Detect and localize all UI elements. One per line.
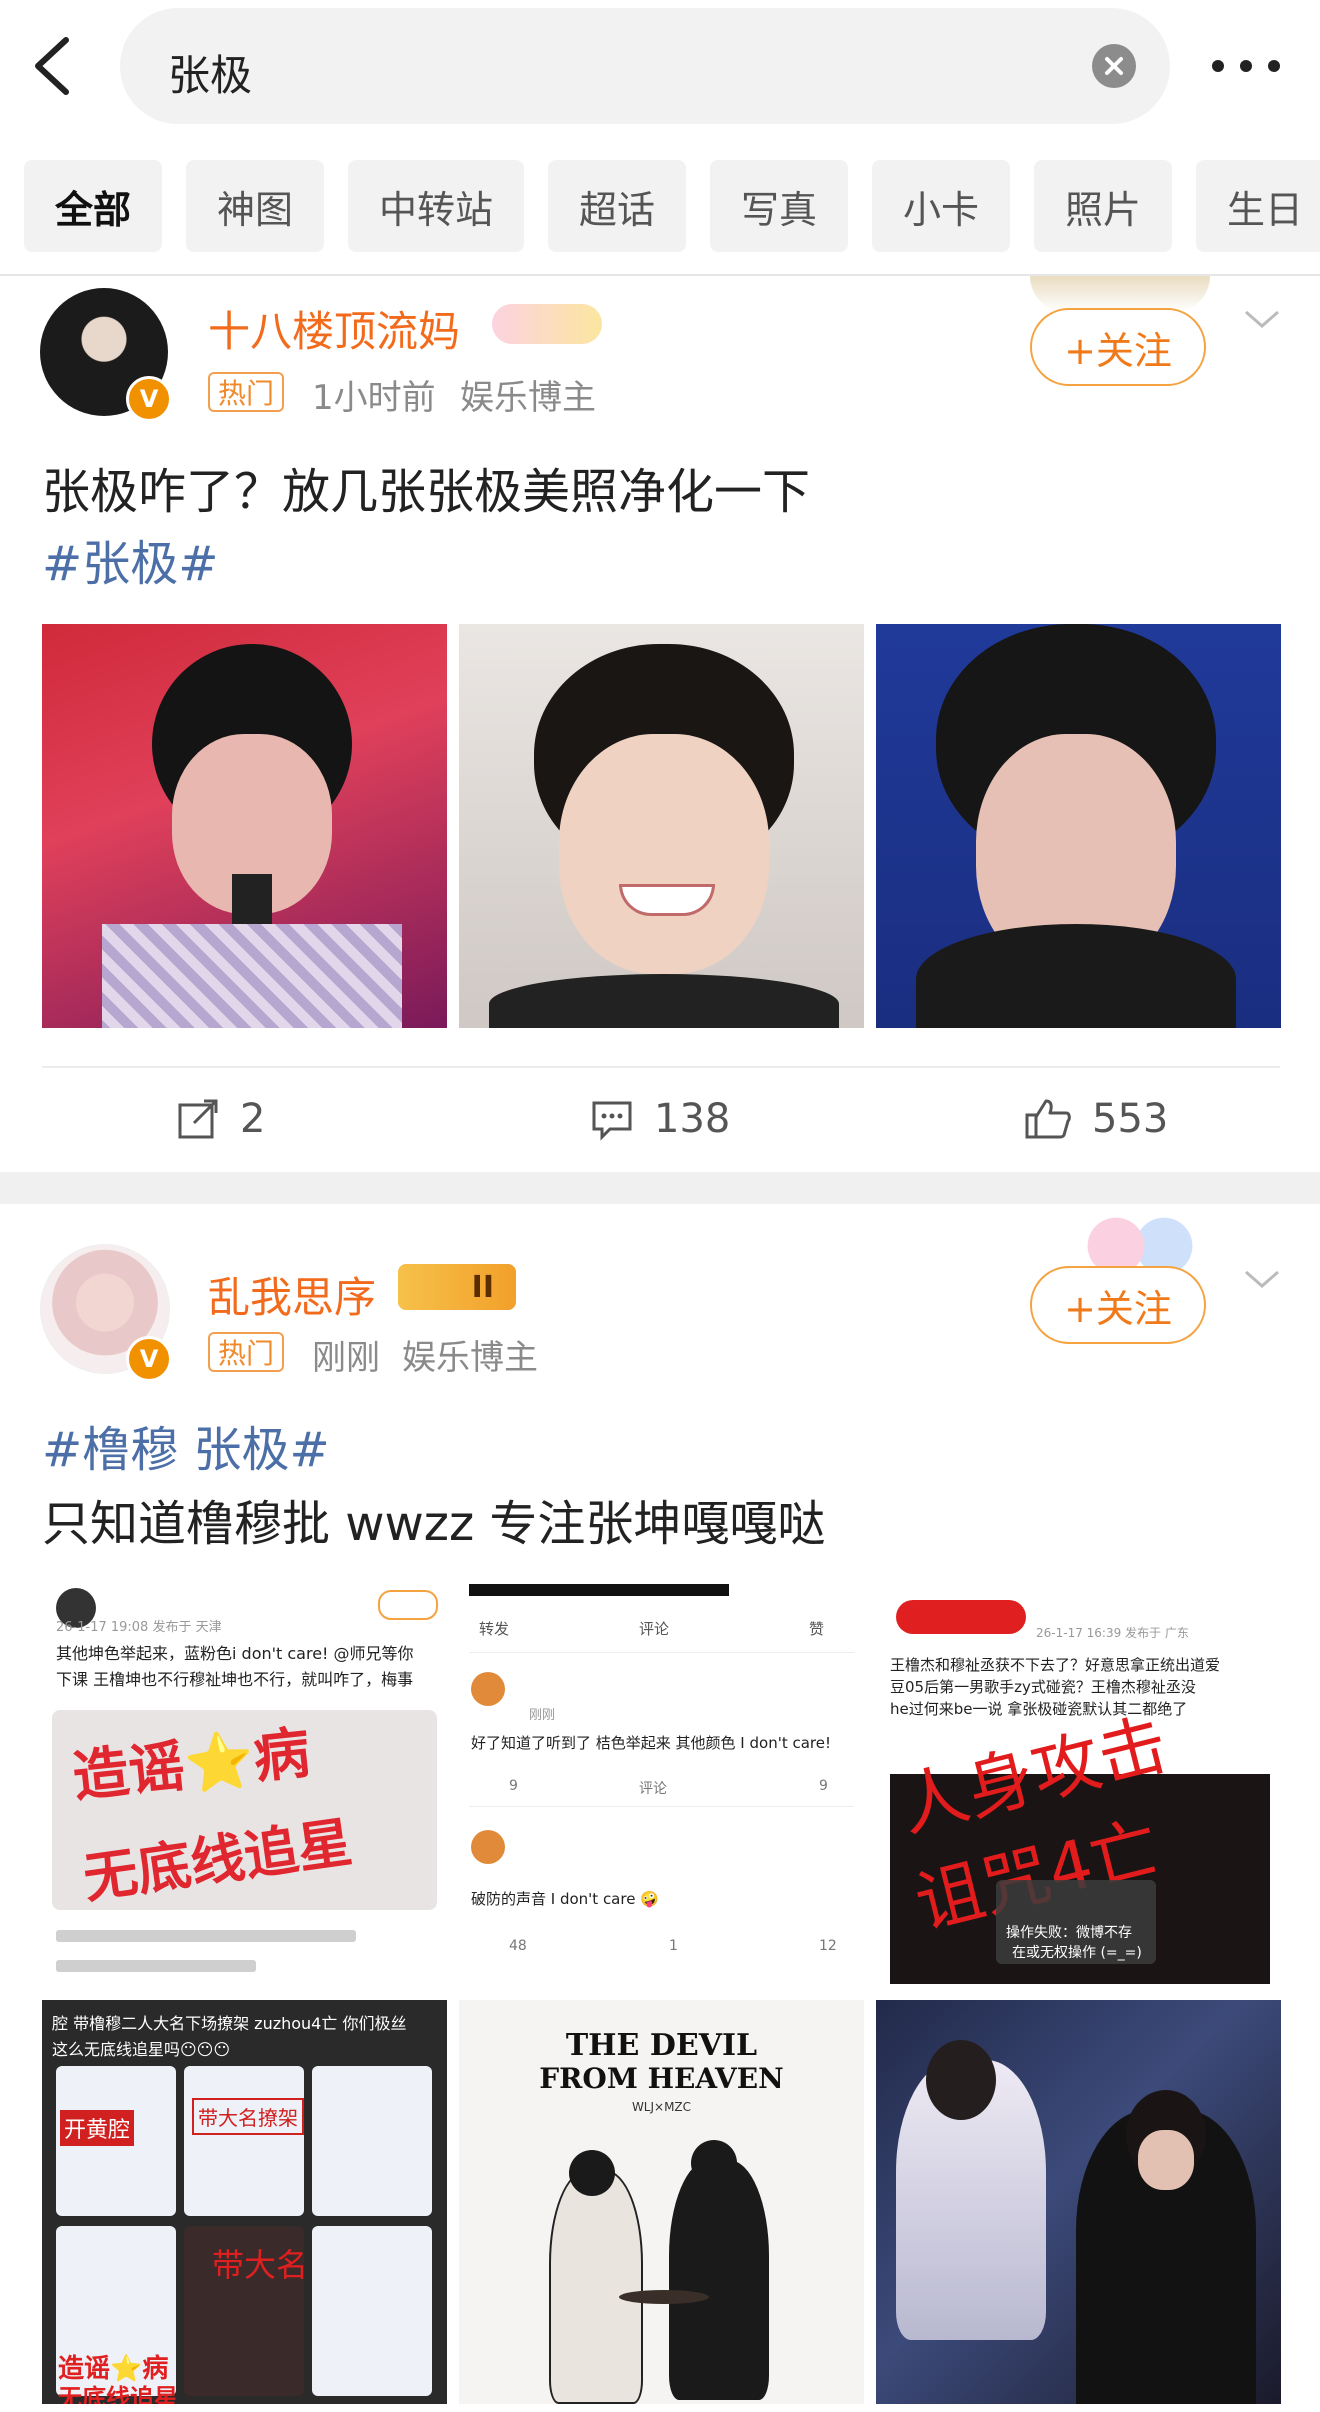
repost-button[interactable]: 2 (176, 1096, 265, 1142)
tab-photo-cards[interactable]: 小卡 (872, 160, 1010, 252)
tab-all[interactable]: 全部 (24, 160, 162, 252)
post-text: 只知道橹穆批 wwzz 专注张坤嘎嘎哒 (42, 1496, 826, 1552)
post-time: 1小时前 (312, 378, 436, 418)
follow-button[interactable]: +关注 (1030, 1266, 1206, 1344)
post-source: 娱乐博主 (460, 378, 596, 418)
post-text: 张极咋了？放几张张极美照净化一下 (42, 464, 811, 520)
like-count: 553 (1092, 1096, 1169, 1142)
vip-level-badge: II (398, 1264, 516, 1310)
tab-relay-station[interactable]: 中转站 (348, 160, 524, 252)
post-time: 刚刚 (312, 1338, 380, 1378)
post-image-screenshot-1[interactable]: 26-1-17 19:08 发布于 天津 其他坤色举起来，蓝粉色i don't … (42, 1580, 447, 1984)
tab-highlights[interactable]: 神图 (186, 160, 324, 252)
verified-badge-icon: V (126, 1336, 172, 1382)
post-divider (42, 1066, 1280, 1068)
filter-tabs: 全部 神图 中转站 超话 写真 小卡 照片 生日 (0, 160, 1320, 252)
verified-badge-icon: V (126, 376, 172, 422)
post-hashtag[interactable]: #张极# (42, 524, 218, 594)
decoration-crown-icon (1030, 276, 1210, 312)
comment-icon (592, 1101, 632, 1141)
post-photo-2[interactable] (459, 624, 864, 1028)
comment-button[interactable]: 138 (590, 1096, 730, 1142)
post-photo-3[interactable] (876, 624, 1281, 1028)
repost-count: 2 (240, 1096, 266, 1142)
post-image-stage-photo[interactable] (876, 2000, 1281, 2404)
follow-button[interactable]: +关注 (1030, 308, 1206, 386)
post-image-screenshot-4[interactable]: 腔 带橹穆二人大名下场撩架 zuzhou4亡 你们极丝 这么无底线追星吗😶😶😶 … (42, 2000, 447, 2404)
tab-birthday[interactable]: 生日 (1196, 160, 1320, 252)
repost-icon (178, 1099, 218, 1139)
post-photo-1[interactable] (42, 624, 447, 1028)
post-source: 娱乐博主 (402, 1338, 538, 1378)
chevron-down-icon[interactable] (1242, 1264, 1282, 1294)
search-input[interactable]: 张极 (120, 8, 1170, 124)
clear-search-icon[interactable] (1092, 44, 1136, 88)
post-hashtag[interactable]: #橹穆 张极# (42, 1410, 330, 1480)
top-bar: 张极 (0, 0, 1320, 132)
post-username[interactable]: 十八楼顶流妈 (208, 298, 460, 359)
post-image-poster[interactable]: THE DEVIL FROM HEAVEN WLJ×MZC (459, 2000, 864, 2404)
tab-supertopic[interactable]: 超话 (548, 160, 686, 252)
back-arrow-icon[interactable] (30, 36, 74, 96)
tab-photos[interactable]: 照片 (1034, 160, 1172, 252)
hot-badge: 热门 (208, 1332, 285, 1372)
post-username[interactable]: 乱我思序 (208, 1264, 376, 1325)
like-button[interactable]: 553 (1024, 1096, 1168, 1142)
post-separator (0, 1172, 1320, 1204)
chevron-down-icon[interactable] (1242, 304, 1282, 334)
comment-count: 138 (654, 1096, 731, 1142)
tab-photoshoot[interactable]: 写真 (710, 160, 848, 252)
hot-badge: 热门 (208, 372, 285, 412)
post-image-screenshot-3[interactable]: 26-1-17 16:39 发布于 广东 王橹杰和穆祉丞获不下去了？好意思拿正统… (876, 1580, 1281, 1984)
post-image-screenshot-2[interactable]: 转发 评论 赞 刚刚 好了知道了听到了 桔色举起来 其他颜色 I don't c… (459, 1580, 864, 1984)
fan-level-badge-icon (492, 304, 602, 344)
search-query-text[interactable]: 张极 (168, 42, 252, 103)
like-icon (1025, 1099, 1071, 1139)
more-options-icon[interactable] (1206, 44, 1286, 88)
